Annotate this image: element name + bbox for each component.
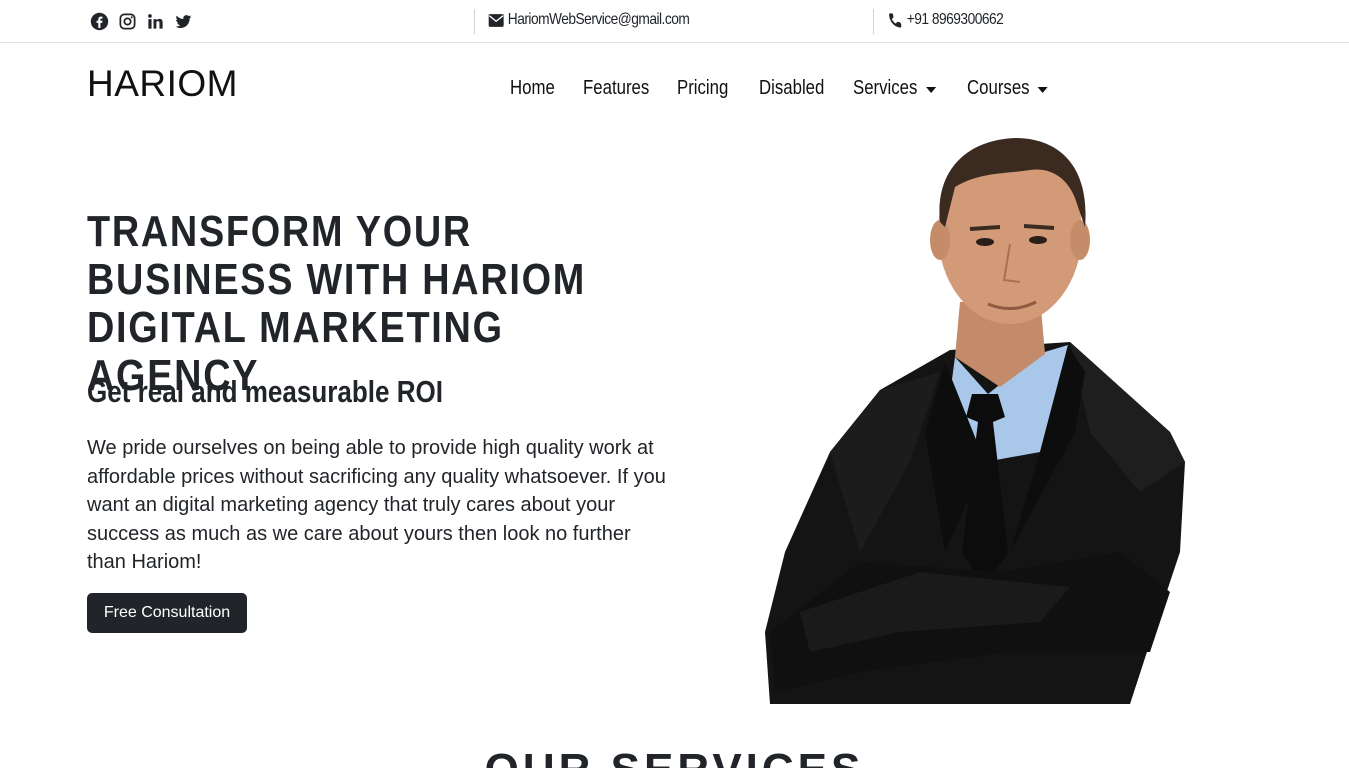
hero-title: TRANSFORM YOUR BUSINESS WITH HARIOM DIGI…	[87, 207, 587, 400]
nav-services-dropdown[interactable]: Services	[853, 77, 936, 100]
businessman-photo	[765, 138, 1185, 704]
services-section-title: OUR SERVICES	[0, 745, 1349, 768]
email-text: HariomWebService@gmail.com	[507, 11, 690, 28]
phone-icon	[889, 12, 902, 28]
phone-link[interactable]: +91 8969300662	[887, 11, 1004, 29]
nav-features[interactable]: Features	[583, 77, 649, 100]
email-link[interactable]: HariomWebService@gmail.com	[488, 11, 690, 29]
nav-pricing[interactable]: Pricing	[677, 77, 728, 100]
linkedin-icon[interactable]	[146, 12, 165, 31]
facebook-icon[interactable]	[90, 12, 109, 31]
top-bar: HariomWebService@gmail.com +91 896930066…	[0, 0, 1349, 43]
free-consultation-button[interactable]: Free Consultation	[87, 593, 247, 633]
social-links	[90, 12, 193, 31]
nav-courses-label: Courses	[967, 77, 1030, 99]
phone-text: +91 8969300662	[906, 11, 1004, 28]
nav-home[interactable]: Home	[510, 77, 555, 100]
twitter-icon[interactable]	[174, 12, 193, 31]
hero-subtitle: Get real and measurable ROI	[87, 374, 444, 409]
brand-logo[interactable]: HARIOM	[87, 63, 238, 105]
nav-services-label: Services	[853, 77, 918, 99]
hero-description: We pride ourselves on being able to prov…	[87, 437, 666, 573]
divider	[474, 9, 475, 34]
envelope-icon	[488, 13, 504, 27]
instagram-icon[interactable]	[118, 12, 137, 31]
nav-disabled: Disabled	[759, 77, 825, 99]
caret-down-icon	[925, 86, 936, 93]
divider	[873, 9, 874, 34]
caret-down-icon	[1037, 86, 1049, 93]
nav-courses-dropdown[interactable]: Courses	[967, 77, 1049, 100]
